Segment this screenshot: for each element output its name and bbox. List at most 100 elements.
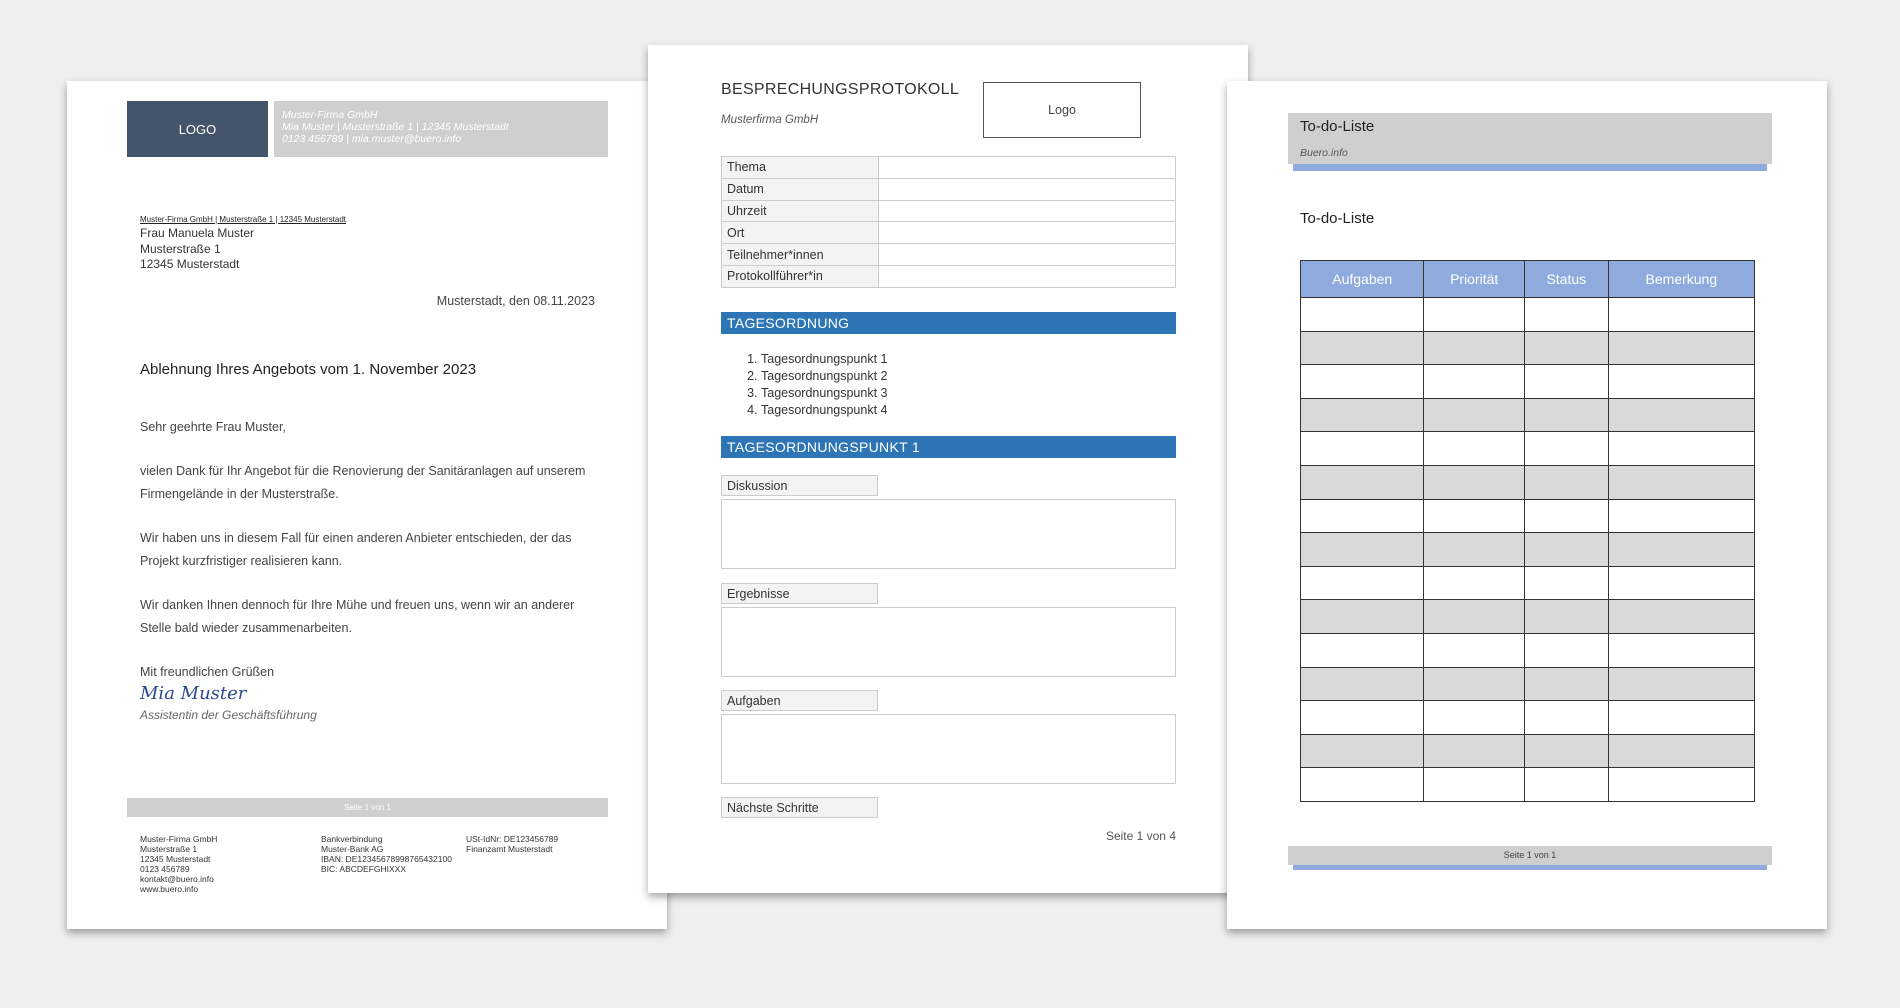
table-cell[interactable] xyxy=(1607,532,1756,567)
table-cell[interactable] xyxy=(1523,498,1609,534)
table-cell[interactable] xyxy=(1423,565,1525,601)
table-cell[interactable] xyxy=(1607,498,1756,534)
table-cell[interactable] xyxy=(1299,330,1425,366)
recipient-line: Musterstraße 1 xyxy=(140,241,221,256)
meta-label: Teilnehmer*innen xyxy=(721,243,879,266)
table-cell[interactable] xyxy=(1607,700,1756,735)
header-accent-line xyxy=(1293,164,1767,171)
table-row: Datum xyxy=(721,177,1176,201)
table-cell[interactable] xyxy=(1299,431,1425,466)
signature: Mia Muster xyxy=(140,683,247,704)
table-cell[interactable] xyxy=(1299,364,1425,399)
table-cell[interactable] xyxy=(1423,599,1525,634)
table-cell[interactable] xyxy=(1523,733,1609,769)
footer-line: kontakt@buero.info xyxy=(140,874,214,884)
salutation: Sehr geehrte Frau Muster, xyxy=(140,420,286,434)
ergebnisse-field[interactable] xyxy=(721,607,1176,677)
table-row: Uhrzeit xyxy=(721,199,1176,223)
table-cell[interactable] xyxy=(1299,464,1425,500)
table-cell[interactable] xyxy=(1523,464,1609,500)
table-cell[interactable] xyxy=(1523,565,1609,601)
table-cell[interactable] xyxy=(1423,464,1525,500)
table-cell[interactable] xyxy=(1423,431,1525,466)
table-cell[interactable] xyxy=(1299,666,1425,702)
table-cell[interactable] xyxy=(1523,599,1609,634)
recipient-address: Frau Manuela Muster Musterstraße 1 12345… xyxy=(140,226,254,273)
table-cell[interactable] xyxy=(1523,330,1609,366)
footer-line: BIC: ABCDEFGHIXXX xyxy=(321,864,407,874)
table-cell[interactable] xyxy=(1299,532,1425,567)
section-heading: TAGESORDNUNGSPUNKT 1 xyxy=(721,436,1176,458)
todo-heading: To-do-Liste xyxy=(1300,210,1375,227)
table-cell[interactable] xyxy=(1607,464,1756,500)
meta-value[interactable] xyxy=(878,221,1176,245)
table-cell[interactable] xyxy=(1523,666,1609,702)
letter-page: LOGO Muster-Firma GmbH Mia Muster | Must… xyxy=(67,81,667,929)
meta-value[interactable] xyxy=(878,243,1176,266)
table-cell[interactable] xyxy=(1523,297,1609,332)
meta-value[interactable] xyxy=(878,177,1176,201)
table-cell[interactable] xyxy=(1423,297,1525,332)
section-label-naechste-schritte: Nächste Schritte xyxy=(721,797,878,818)
table-cell[interactable] xyxy=(1607,599,1756,634)
meta-value[interactable] xyxy=(878,199,1176,223)
aufgaben-field[interactable] xyxy=(721,714,1176,784)
table-cell[interactable] xyxy=(1423,364,1525,399)
table-cell[interactable] xyxy=(1523,431,1609,466)
table-cell[interactable] xyxy=(1299,498,1425,534)
table-cell[interactable] xyxy=(1299,397,1425,433)
table-cell[interactable] xyxy=(1607,767,1756,802)
table-cell[interactable] xyxy=(1607,733,1756,769)
table-cell[interactable] xyxy=(1523,700,1609,735)
letter-subject: Ablehnung Ihres Angebots vom 1. November… xyxy=(140,361,477,378)
agenda-item: Tagesordnungspunkt 1 xyxy=(761,351,887,368)
table-row: Thema xyxy=(721,156,1176,179)
letter-logo: LOGO xyxy=(127,101,268,157)
table-cell[interactable] xyxy=(1423,700,1525,735)
table-cell[interactable] xyxy=(1523,397,1609,433)
recipient-line: 12345 Musterstadt xyxy=(140,257,240,271)
footer-line: Muster-Firma GmbH xyxy=(140,834,218,844)
table-cell[interactable] xyxy=(1423,632,1525,668)
table-cell[interactable] xyxy=(1299,599,1425,634)
table-cell[interactable] xyxy=(1423,666,1525,702)
table-cell[interactable] xyxy=(1607,632,1756,668)
footer-bank: Bankverbindung Muster-Bank AG IBAN: DE12… xyxy=(321,834,452,874)
table-row: Protokollführer*in xyxy=(721,264,1176,288)
meta-label: Thema xyxy=(721,156,879,179)
table-cell[interactable] xyxy=(1423,397,1525,433)
column-header: Priorität xyxy=(1423,260,1525,298)
page-number: Seite 1 von 4 xyxy=(1105,829,1176,843)
table-cell[interactable] xyxy=(1523,364,1609,399)
table-cell[interactable] xyxy=(1607,297,1756,332)
table-cell[interactable] xyxy=(1299,767,1425,802)
table-cell[interactable] xyxy=(1523,632,1609,668)
table-cell[interactable] xyxy=(1607,397,1756,433)
table-cell[interactable] xyxy=(1607,666,1756,702)
column-header: Bemerkung xyxy=(1607,260,1756,298)
table-cell[interactable] xyxy=(1423,330,1525,366)
protocol-logo: Logo xyxy=(983,82,1141,138)
table-cell[interactable] xyxy=(1299,297,1425,332)
table-cell[interactable] xyxy=(1523,532,1609,567)
table-row xyxy=(1299,767,1756,802)
table-cell[interactable] xyxy=(1607,565,1756,601)
footer-line: Finanzamt Musterstadt xyxy=(466,844,553,854)
table-cell[interactable] xyxy=(1299,632,1425,668)
table-cell[interactable] xyxy=(1523,767,1609,802)
table-row: Ort xyxy=(721,221,1176,245)
table-cell[interactable] xyxy=(1607,330,1756,366)
table-cell[interactable] xyxy=(1607,364,1756,399)
table-cell[interactable] xyxy=(1423,498,1525,534)
meta-value[interactable] xyxy=(878,156,1176,179)
meta-value[interactable] xyxy=(878,264,1176,288)
diskussion-field[interactable] xyxy=(721,499,1176,569)
table-cell[interactable] xyxy=(1423,733,1525,769)
table-cell[interactable] xyxy=(1299,700,1425,735)
table-cell[interactable] xyxy=(1299,733,1425,769)
table-cell[interactable] xyxy=(1299,565,1425,601)
table-cell[interactable] xyxy=(1607,431,1756,466)
table-cell[interactable] xyxy=(1423,767,1525,802)
table-cell[interactable] xyxy=(1423,532,1525,567)
footer-accent-line xyxy=(1293,865,1767,870)
